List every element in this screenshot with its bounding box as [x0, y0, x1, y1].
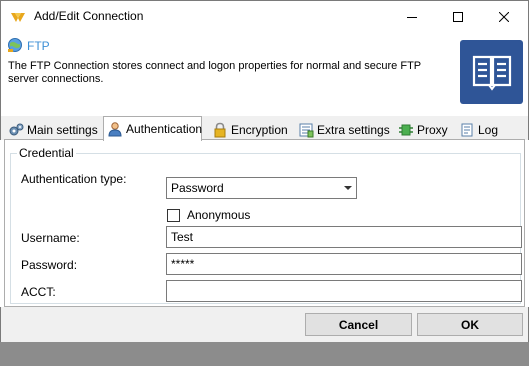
- window-title: Add/Edit Connection: [34, 9, 144, 23]
- anonymous-label: Anonymous: [187, 208, 251, 222]
- chevron-down-icon: [344, 186, 352, 190]
- password-field[interactable]: *****: [166, 253, 522, 275]
- tab-label: Main settings: [27, 122, 98, 137]
- tab-label: Authentication: [126, 122, 203, 136]
- tab-label: Extra settings: [317, 122, 390, 137]
- tab-encryption[interactable]: Encryption: [209, 119, 288, 140]
- connection-description: The FTP Connection stores connect and lo…: [8, 60, 421, 85]
- close-button[interactable]: [481, 1, 527, 32]
- auth-type-select[interactable]: Password: [166, 177, 357, 199]
- ftp-globe-icon: [7, 37, 23, 53]
- tab-extra-settings[interactable]: Extra settings: [295, 119, 390, 140]
- password-label: Password:: [21, 258, 78, 272]
- tab-log[interactable]: Log: [456, 119, 498, 140]
- auth-type-label: Authentication type:: [21, 172, 127, 186]
- acct-label: ACCT:: [21, 285, 56, 299]
- connection-type-title: FTP: [27, 39, 50, 53]
- tab-label: Encryption: [231, 122, 288, 137]
- credential-group: Authentication type: Password Anonymous …: [10, 153, 522, 304]
- app-logo-icon: [10, 9, 26, 25]
- maximize-icon: [453, 11, 463, 22]
- cancel-button[interactable]: Cancel: [305, 313, 412, 336]
- connection-header: FTP The FTP Connection stores connect an…: [0, 32, 529, 116]
- proxy-icon: [398, 122, 414, 138]
- log-icon: [459, 122, 475, 138]
- anonymous-checkbox[interactable]: [167, 209, 180, 222]
- acct-field[interactable]: [166, 280, 522, 302]
- dialog-footer: Cancel OK: [0, 307, 529, 342]
- book-icon: [460, 40, 523, 104]
- authentication-panel: Authentication type: Password Anonymous …: [4, 139, 525, 307]
- title-bar[interactable]: Add/Edit Connection: [0, 0, 529, 32]
- tab-main-settings[interactable]: Main settings: [5, 119, 98, 140]
- tab-strip: Main settings Authentication Encryption …: [0, 116, 529, 141]
- close-icon: [499, 11, 509, 22]
- tab-proxy[interactable]: Proxy: [395, 119, 448, 140]
- username-label: Username:: [21, 231, 80, 245]
- minimize-icon: [407, 16, 417, 18]
- minimize-button[interactable]: [389, 1, 435, 32]
- settings-list-icon: [298, 122, 314, 138]
- tab-label: Log: [478, 122, 499, 137]
- user-icon: [107, 121, 123, 137]
- auth-type-value: Password: [171, 181, 224, 195]
- username-field[interactable]: Test: [166, 226, 522, 248]
- tab-authentication[interactable]: Authentication: [103, 116, 202, 141]
- maximize-button[interactable]: [435, 1, 481, 32]
- status-bar: [0, 342, 529, 366]
- lock-icon: [212, 122, 228, 138]
- credential-legend: Credential: [17, 146, 76, 160]
- ok-button[interactable]: OK: [417, 313, 523, 336]
- gears-icon: [8, 122, 24, 138]
- tab-label: Proxy: [417, 122, 448, 137]
